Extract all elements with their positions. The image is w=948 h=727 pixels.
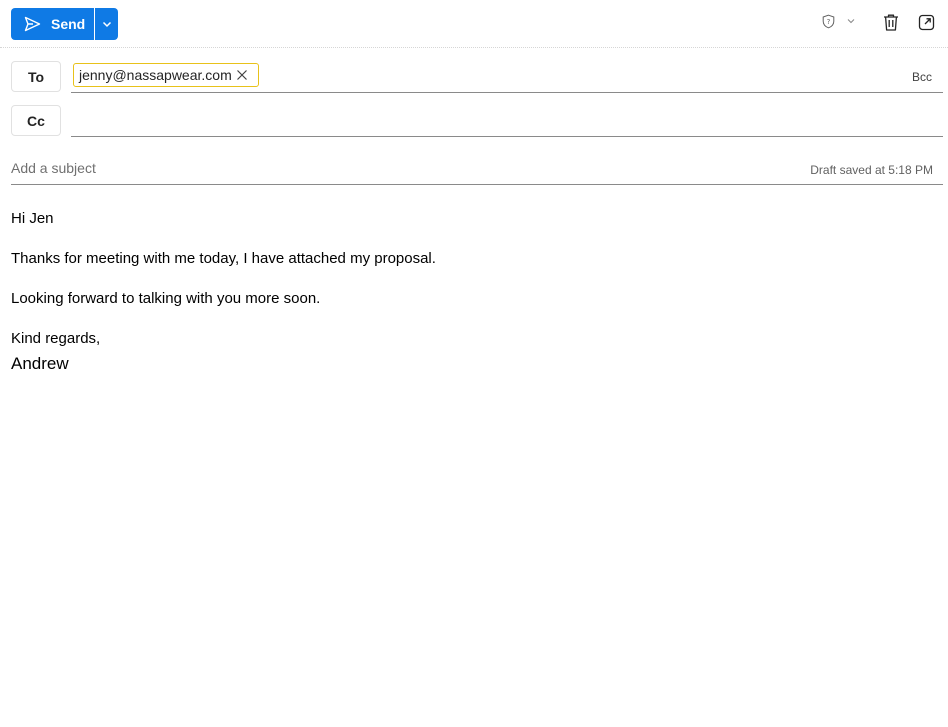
compose-toolbar: Send ?: [0, 0, 948, 48]
send-icon: [24, 16, 41, 32]
recipient-chip[interactable]: jenny@nassapwear.com: [73, 63, 259, 87]
sensitivity-icon: ?: [822, 14, 835, 29]
popout-button[interactable]: [918, 14, 935, 31]
subject-underline: [11, 184, 943, 185]
body-line-1: Thanks for meeting with me today, I have…: [11, 250, 436, 267]
discard-button[interactable]: [882, 13, 900, 32]
body-closing: Kind regards,: [11, 330, 101, 347]
svg-text:?: ?: [827, 18, 831, 26]
body-signature: Andrew: [11, 354, 69, 373]
cc-button[interactable]: Cc: [11, 105, 61, 136]
popout-icon: [918, 14, 935, 31]
sensitivity-dropdown[interactable]: [846, 17, 856, 25]
send-button-group: Send: [11, 8, 118, 40]
send-button[interactable]: Send: [11, 8, 94, 40]
body-greeting: Hi Jen: [11, 210, 54, 227]
send-label: Send: [51, 16, 86, 32]
to-button[interactable]: To: [11, 61, 61, 92]
subject-input[interactable]: [11, 160, 791, 176]
close-icon[interactable]: [236, 69, 248, 81]
body-line-2: Looking forward to talking with you more…: [11, 290, 321, 307]
trash-icon: [884, 14, 898, 31]
sensitivity-button[interactable]: ?: [821, 14, 836, 29]
draft-status: Draft saved at 5:18 PM: [810, 163, 933, 177]
to-field-underline: [71, 92, 943, 93]
chevron-down-icon: [847, 19, 855, 24]
recipient-chip-label: jenny@nassapwear.com: [79, 67, 232, 83]
send-options-button[interactable]: [94, 8, 118, 40]
cc-field-underline: [71, 136, 943, 137]
chevron-down-icon: [102, 21, 111, 28]
bcc-button[interactable]: Bcc: [912, 70, 932, 84]
